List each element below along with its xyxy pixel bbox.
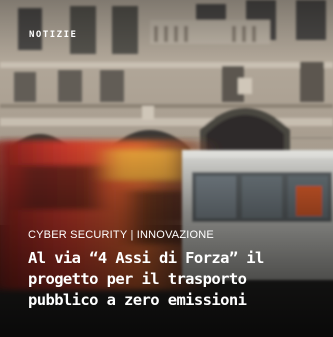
section-label: NOTIZIE xyxy=(29,30,78,40)
news-card[interactable]: NOTIZIE CYBER SECURITY | INNOVAZIONE Al … xyxy=(0,0,333,337)
category-link-cyber-security[interactable]: CYBER SECURITY xyxy=(28,229,127,241)
headline-line: progetto per il trasporto xyxy=(28,270,247,288)
category-link-innovazione[interactable]: INNOVAZIONE xyxy=(137,229,214,241)
category-list: CYBER SECURITY | INNOVAZIONE xyxy=(28,229,214,241)
article-headline[interactable]: Al via “4 Assi di Forza” il progetto per… xyxy=(28,248,323,311)
category-separator: | xyxy=(127,229,137,241)
headline-line: Al via “4 Assi di Forza” il xyxy=(28,249,264,267)
headline-line: pubblico a zero emissioni xyxy=(28,291,247,309)
